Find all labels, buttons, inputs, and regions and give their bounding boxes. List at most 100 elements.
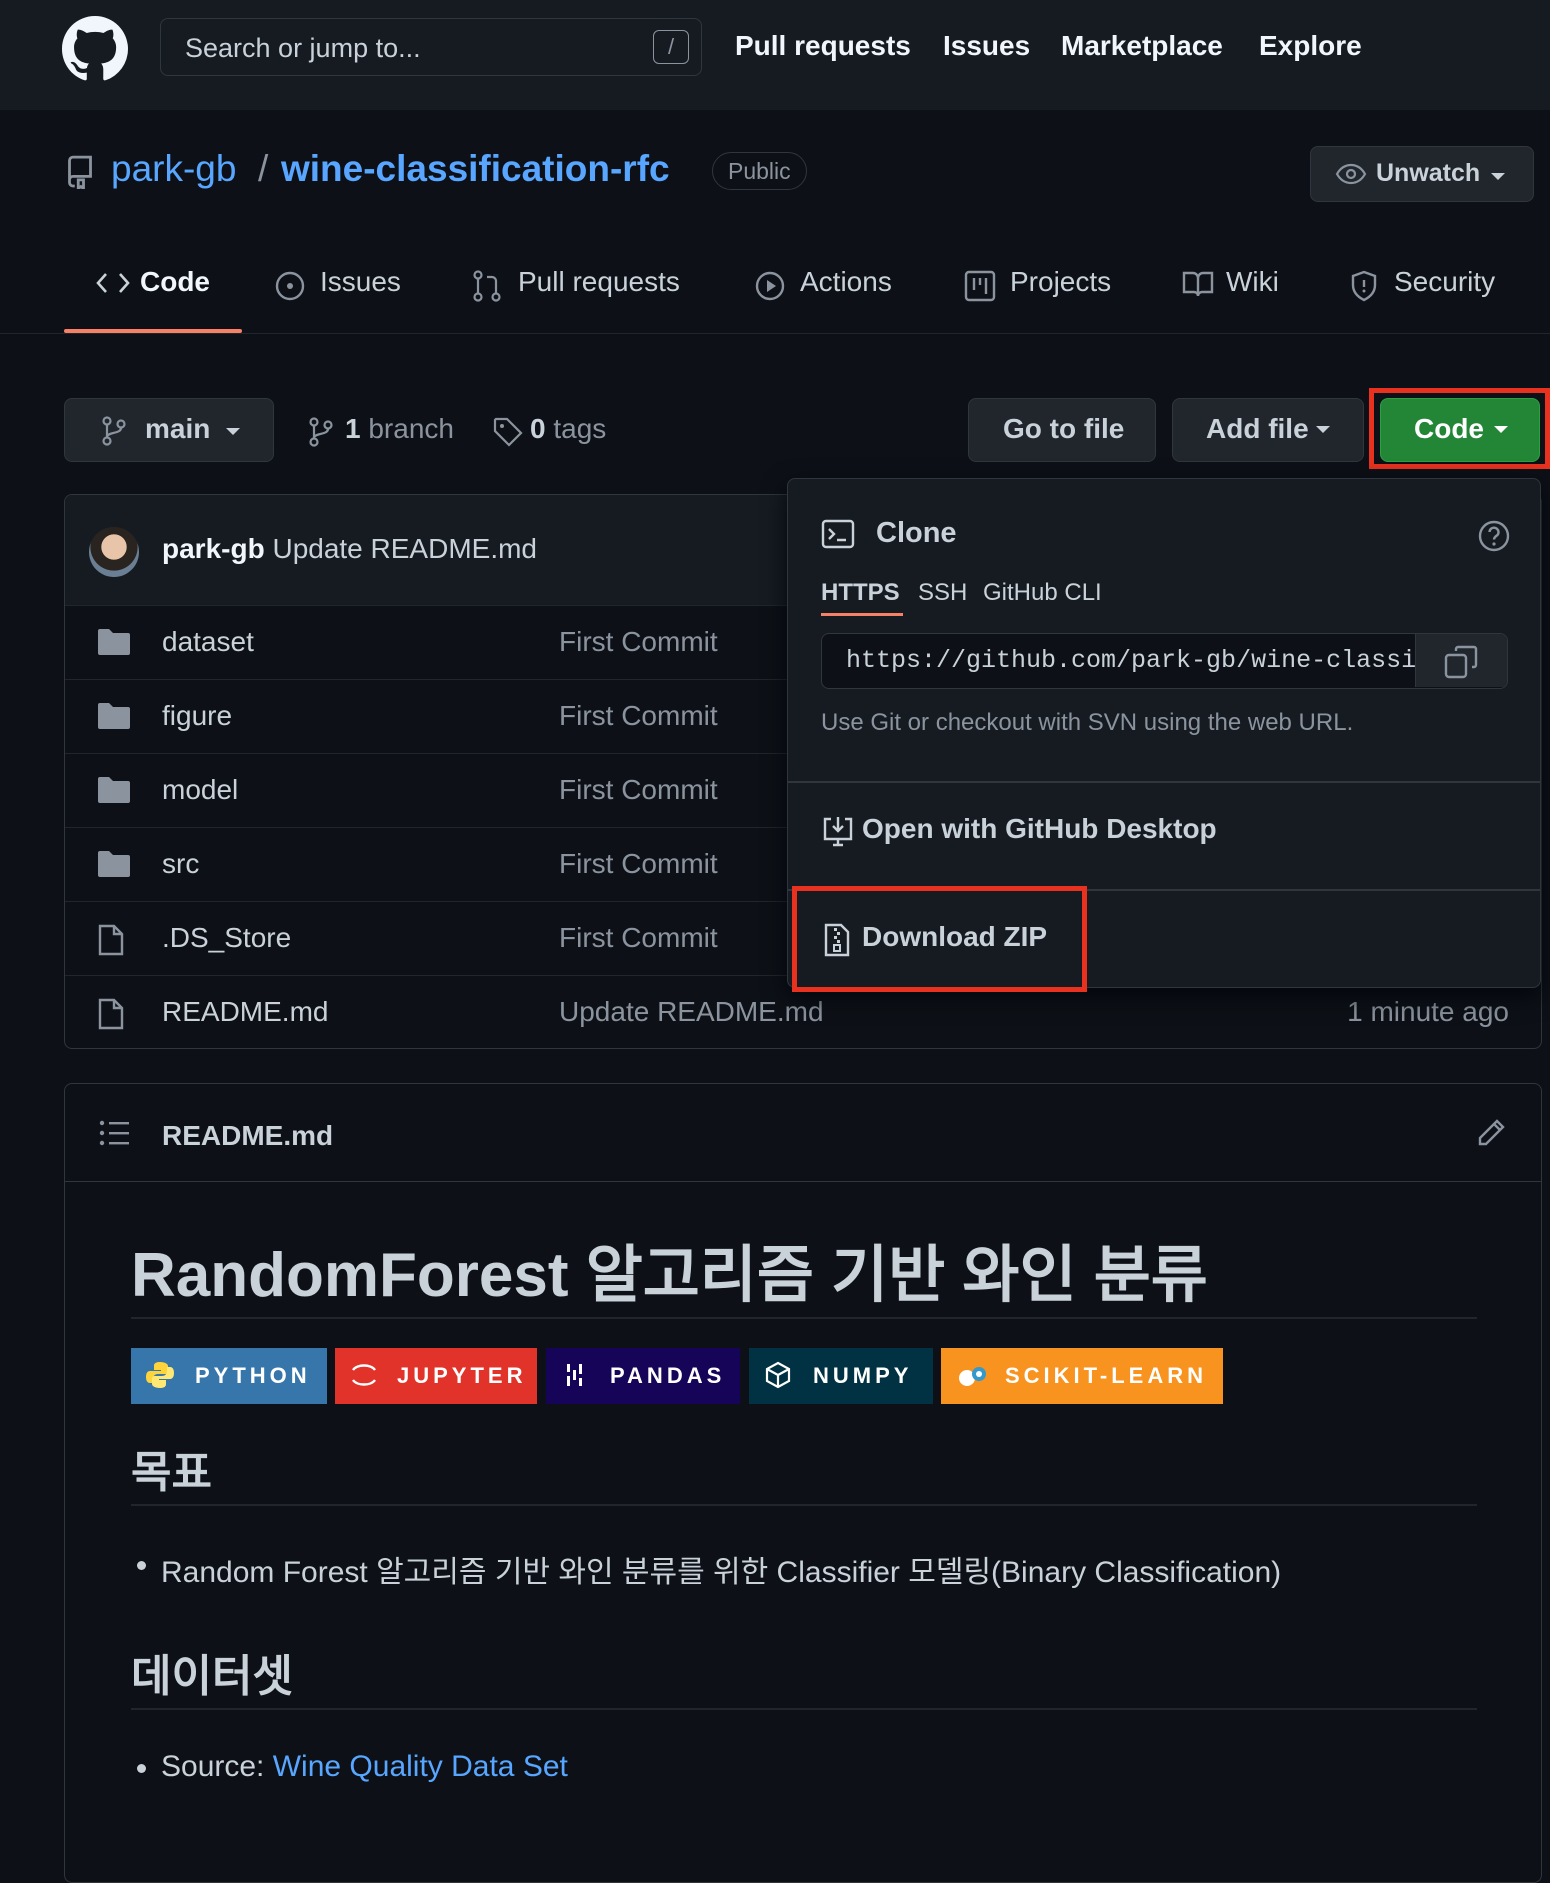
badge-scikit-learn: SCIKIT-LEARN	[941, 1348, 1223, 1404]
badge-pandas: PANDAS	[546, 1348, 740, 1404]
file-name-link[interactable]: README.md	[162, 996, 328, 1028]
file-name-link[interactable]: .DS_Store	[162, 922, 291, 954]
commit-message[interactable]: Update README.md	[272, 533, 537, 564]
git-branch-icon	[102, 416, 126, 446]
tab-issues-label: Issues	[320, 266, 401, 297]
goal-list-item: Random Forest 알고리즘 기반 와인 분류를 위한 Classifi…	[136, 1547, 1281, 1591]
clone-tab-github-cli[interactable]: GitHub CLI	[983, 579, 1102, 607]
git-branch-icon	[309, 417, 333, 447]
divider	[131, 1317, 1477, 1319]
global-header: / Pull requests Issues Marketplace Explo…	[0, 0, 1550, 110]
github-logo-icon[interactable]	[62, 16, 128, 82]
list-icon[interactable]	[99, 1120, 129, 1146]
folder-icon	[98, 851, 130, 877]
nav-explore[interactable]: Explore	[1259, 30, 1362, 62]
code-icon	[96, 273, 130, 293]
scikit-learn-icon	[959, 1367, 986, 1386]
search-shortcut-hint: /	[653, 30, 689, 64]
file-commit-message[interactable]: Update README.md	[559, 996, 824, 1028]
file-commit-message[interactable]: First Commit	[559, 848, 718, 880]
chevron-down-icon	[226, 428, 240, 435]
clone-url-input[interactable]	[822, 634, 1418, 687]
file-icon	[98, 924, 124, 956]
eye-icon	[1335, 163, 1367, 185]
file-commit-message[interactable]: First Commit	[559, 700, 718, 732]
divider	[788, 781, 1540, 783]
file-icon	[98, 998, 124, 1030]
play-icon	[755, 271, 785, 301]
file-commit-time: 1 minute ago	[1347, 996, 1509, 1027]
clone-tab-ssh[interactable]: SSH	[918, 579, 967, 607]
badge-python: PYTHON	[131, 1348, 327, 1404]
repo-tabs: Code Issues Pull requests Actions Projec…	[0, 236, 1550, 334]
file-commit-message[interactable]: First Commit	[559, 922, 718, 954]
issue-icon	[275, 271, 305, 301]
unwatch-button[interactable]: Unwatch	[1310, 146, 1534, 202]
repo-owner-link[interactable]: park-gb	[111, 148, 236, 190]
shield-icon	[1351, 270, 1377, 302]
tab-pull-requests-label: Pull requests	[518, 266, 680, 297]
latest-commit-text: park-gb Update README.md	[162, 533, 537, 565]
file-name-link[interactable]: model	[162, 774, 238, 806]
readme-filename: README.md	[162, 1120, 334, 1151]
copy-url-button[interactable]	[1415, 634, 1507, 687]
file-name-link[interactable]: dataset	[162, 626, 254, 658]
open-with-github-desktop[interactable]: Open with GitHub Desktop	[821, 813, 1501, 857]
numpy-icon	[765, 1361, 791, 1389]
project-icon	[964, 270, 996, 302]
repo-name-link[interactable]: wine-classification-rfc	[281, 148, 670, 190]
go-to-file-button[interactable]: Go to file	[968, 398, 1156, 462]
visibility-badge: Public	[712, 152, 807, 190]
search-box[interactable]: /	[160, 18, 702, 76]
terminal-icon	[821, 519, 855, 549]
tab-security-label: Security	[1394, 266, 1496, 297]
tag-count: 0	[530, 413, 546, 444]
pencil-icon[interactable]	[1475, 1117, 1507, 1149]
readme-header: README.md	[65, 1084, 1541, 1182]
folder-icon	[98, 703, 130, 729]
add-file-label: Add file	[1206, 413, 1309, 444]
badge-numpy-label: NUMPY	[813, 1363, 913, 1388]
add-file-button[interactable]: Add file	[1172, 398, 1364, 462]
file-name-link[interactable]: figure	[162, 700, 232, 732]
unwatch-label: Unwatch	[1376, 159, 1481, 187]
nav-pull-requests[interactable]: Pull requests	[735, 30, 911, 62]
nav-marketplace[interactable]: Marketplace	[1061, 30, 1223, 62]
search-input[interactable]	[183, 29, 607, 67]
readme-panel: README.md RandomForest 알고리즘 기반 와인 분류 PYT…	[64, 1083, 1542, 1883]
jupyter-icon	[352, 1364, 376, 1386]
branch-select-button[interactable]: main	[64, 398, 274, 462]
file-name-link[interactable]: src	[162, 848, 199, 880]
readme-title: RandomForest 알고리즘 기반 와인 분류	[131, 1241, 1208, 1310]
tag-icon	[493, 417, 523, 447]
divider	[131, 1708, 1477, 1710]
clone-title: Clone	[876, 517, 957, 549]
commit-author[interactable]: park-gb	[162, 533, 265, 564]
branch-word: branch	[368, 413, 454, 444]
avatar[interactable]	[89, 527, 139, 577]
source-link[interactable]: Wine Quality Data Set	[273, 1750, 568, 1783]
source-list-item: Source: Wine Quality Data Set	[137, 1750, 568, 1784]
folder-icon	[98, 777, 130, 803]
source-label: Source:	[161, 1750, 273, 1783]
file-commit-message[interactable]: First Commit	[559, 626, 718, 658]
badge-jupyter-label: JUPYTER	[397, 1363, 527, 1388]
folder-icon	[98, 629, 130, 655]
tab-wiki-label: Wiki	[1226, 266, 1279, 297]
pandas-icon	[567, 1364, 582, 1386]
clone-url-box	[821, 633, 1508, 689]
active-clone-tab-indicator	[821, 613, 903, 616]
copy-icon	[1444, 645, 1478, 679]
nav-issues[interactable]: Issues	[943, 30, 1030, 62]
badge-jupyter: JUPYTER	[335, 1348, 537, 1404]
open-desktop-label: Open with GitHub Desktop	[862, 813, 1217, 844]
goal-heading: 목표	[131, 1448, 212, 1497]
tab-actions-label: Actions	[800, 266, 892, 297]
chevron-down-icon	[1491, 173, 1505, 180]
pull-request-icon	[473, 270, 501, 302]
file-commit-message[interactable]: First Commit	[559, 774, 718, 806]
highlight-box-download-zip	[792, 886, 1087, 992]
question-icon[interactable]	[1477, 519, 1511, 553]
clone-tab-https[interactable]: HTTPS	[821, 579, 900, 607]
book-icon	[1182, 271, 1214, 297]
